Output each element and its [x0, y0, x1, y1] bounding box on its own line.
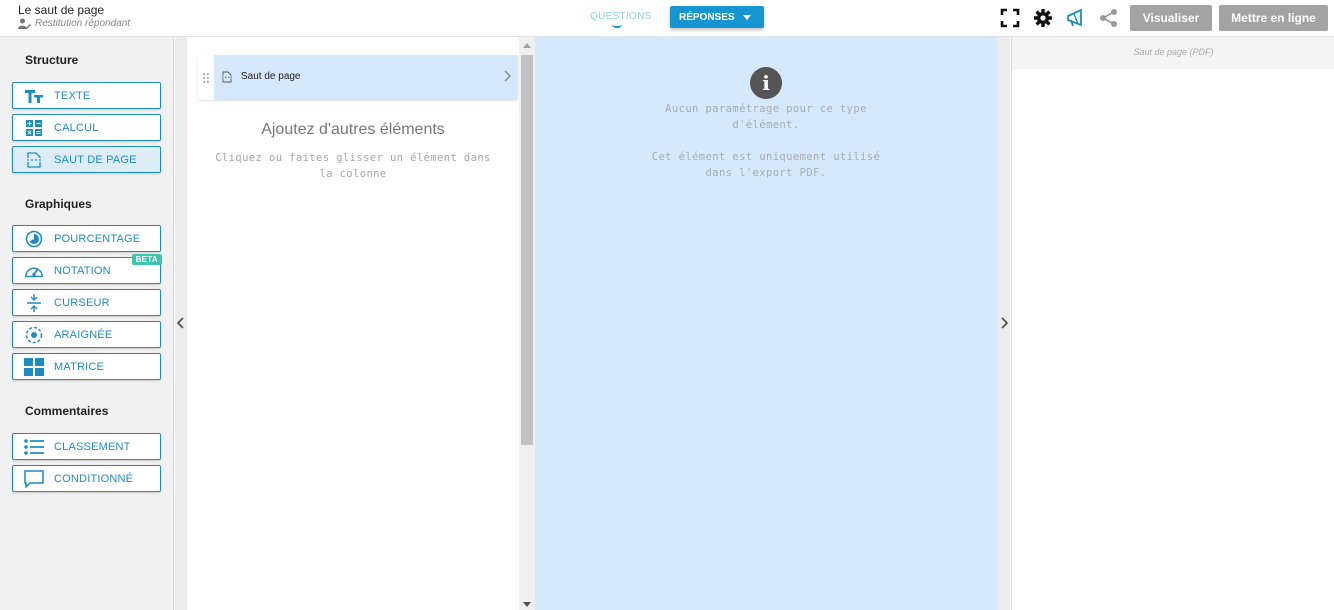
tab-reponses-label: RÉPONSES [679, 11, 735, 23]
page-break-icon [222, 71, 232, 83]
page-break-icon [24, 151, 44, 169]
tool-saut-de-page[interactable]: SAUT DE PAGE [12, 146, 161, 173]
pie-icon [24, 230, 44, 248]
section-title-graphiques: Graphiques [25, 197, 92, 211]
column-scrollbar[interactable] [519, 37, 535, 610]
scroll-up-arrow-icon[interactable] [523, 43, 531, 48]
preview-header: Saut de page (PDF) [1012, 37, 1334, 69]
tool-araignee[interactable]: ARAIGNÉE [12, 321, 161, 348]
mettre-en-ligne-button[interactable]: Mettre en ligne [1219, 5, 1328, 31]
element-card-saut-de-page[interactable]: Saut de page [198, 55, 518, 100]
tool-notation[interactable]: NOTATION BETA [12, 254, 162, 284]
tool-calcul[interactable]: CALCUL [12, 114, 161, 141]
element-settings-panel: i Aucun paramétrage pour ce type d'éléme… [535, 37, 997, 610]
tool-pourcentage[interactable]: POURCENTAGE [12, 225, 161, 252]
comment-icon [24, 469, 44, 488]
matrix-icon [24, 357, 44, 376]
gauge-icon [24, 262, 44, 280]
gear-icon[interactable] [1033, 8, 1053, 28]
tab-reponses-dropdown[interactable]: RÉPONSES [670, 6, 764, 28]
collapse-right-strip[interactable] [997, 37, 1010, 610]
elements-column: Saut de page Ajoutez d'autres éléments C… [187, 37, 519, 610]
section-title-structure: Structure [25, 53, 79, 67]
tool-label: SAUT DE PAGE [54, 153, 137, 166]
tool-label: ARAIGNÉE [54, 328, 113, 341]
pdf-preview-panel: Saut de page (PDF) [1011, 37, 1334, 610]
tool-matrice[interactable]: MATRICE [12, 353, 161, 380]
campaign-icon[interactable] [1066, 8, 1086, 28]
tool-conditionne[interactable]: CONDITIONNÉ [12, 465, 161, 492]
text-icon [24, 87, 44, 105]
tab-underline [612, 24, 622, 28]
tool-classement[interactable]: CLASSEMENT [12, 433, 161, 460]
chevron-right-icon[interactable] [1000, 317, 1008, 329]
tool-label: POURCENTAGE [54, 232, 141, 245]
tool-label: CLASSEMENT [54, 440, 131, 453]
chevron-right-icon[interactable] [503, 70, 511, 82]
scroll-down-arrow-icon[interactable] [523, 602, 531, 607]
user-edit-icon [18, 18, 31, 29]
caret-down-icon [743, 15, 751, 20]
tool-label: MATRICE [54, 360, 105, 373]
share-icon[interactable] [1099, 8, 1119, 28]
document-subtitle-label: Restitution répondant [35, 18, 131, 29]
section-title-commentaires: Commentaires [25, 404, 109, 418]
document-subtitle: Restitution répondant [18, 18, 130, 29]
fullscreen-icon[interactable] [1000, 8, 1020, 28]
add-elements-title: Ajoutez d'autres éléments [261, 121, 445, 138]
settings-pdf-note: Cet élément est uniquement utilisé dans … [651, 151, 881, 179]
drag-handle-icon[interactable] [198, 55, 214, 100]
tool-label: CURSEUR [54, 296, 110, 309]
spider-icon [24, 326, 44, 344]
settings-message: Aucun paramétrage pour ce type d'élément… [665, 103, 867, 131]
calculator-icon [24, 119, 44, 137]
tool-label: CALCUL [54, 121, 99, 134]
list-icon [24, 438, 44, 456]
info-icon: i [750, 67, 782, 99]
tool-label: NOTATION [54, 264, 111, 277]
beta-badge: BETA [131, 254, 162, 265]
element-palette: Structure TEXTE CALCUL SAUT DE PAGE Grap… [0, 37, 174, 610]
tool-curseur[interactable]: CURSEUR [12, 289, 161, 316]
tab-questions[interactable]: QUESTIONS [590, 11, 652, 28]
element-card-label: Saut de page [241, 71, 301, 82]
top-bar: Le saut de page Restitution répondant QU… [0, 0, 1334, 37]
tab-questions-label: QUESTIONS [590, 11, 652, 22]
scroll-thumb[interactable] [521, 55, 533, 445]
tool-texte[interactable]: TEXTE [12, 82, 161, 109]
chevron-left-icon[interactable] [177, 317, 185, 329]
slider-icon [24, 293, 44, 312]
visualiser-button[interactable]: Visualiser [1130, 5, 1212, 31]
collapse-left-strip[interactable] [175, 37, 187, 610]
tool-label: TEXTE [54, 89, 91, 102]
document-title: Le saut de page [18, 3, 105, 17]
add-elements-hint: Cliquez ou faites glisser un élément dan… [215, 152, 491, 180]
tool-label: CONDITIONNÉ [54, 472, 134, 485]
